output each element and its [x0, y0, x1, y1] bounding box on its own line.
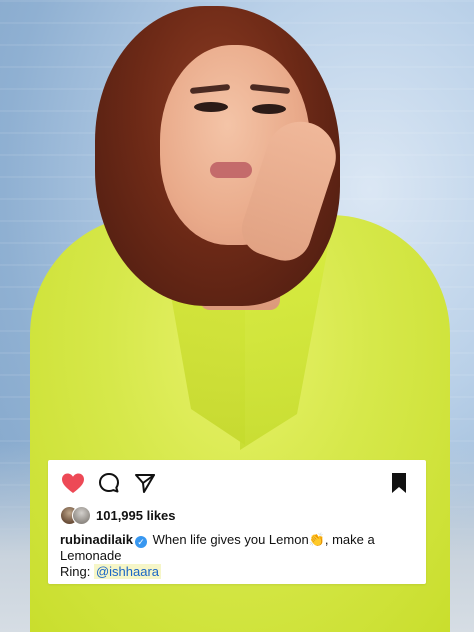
share-icon	[135, 474, 155, 493]
verified-badge-icon: ✓	[134, 536, 147, 548]
caption-username[interactable]: rubinadilaik	[60, 532, 133, 547]
likes-row[interactable]: 101,995 likes	[60, 506, 176, 525]
mention-link[interactable]: @ishhaara	[93, 564, 162, 579]
clapping-emoji: 👏	[308, 532, 325, 547]
avatar	[72, 506, 91, 525]
liked-by-avatars	[60, 506, 92, 525]
post-caption: rubinadilaik ✓ When life gives you Lemon👏…	[60, 532, 410, 580]
lips	[210, 162, 252, 178]
caption-text-line1: When life gives you Lemon	[152, 532, 309, 547]
caption-text-line1-tail: , make a	[324, 532, 375, 547]
heart-icon	[62, 473, 84, 493]
save-button[interactable]	[386, 470, 412, 496]
comment-icon	[99, 473, 119, 493]
right-eye	[252, 104, 286, 114]
post-card: 101,995 likes rubinadilaik ✓ When life gi…	[48, 460, 426, 584]
like-button[interactable]	[60, 470, 86, 496]
share-button[interactable]	[132, 470, 158, 496]
bookmark-icon	[392, 473, 406, 493]
comment-button[interactable]	[96, 470, 122, 496]
action-bar	[60, 470, 412, 496]
likes-count[interactable]: 101,995 likes	[96, 508, 176, 523]
caption-text-ring-label: Ring:	[60, 564, 94, 579]
left-eye	[194, 102, 228, 112]
caption-text-line2: Lemonade	[60, 548, 122, 563]
